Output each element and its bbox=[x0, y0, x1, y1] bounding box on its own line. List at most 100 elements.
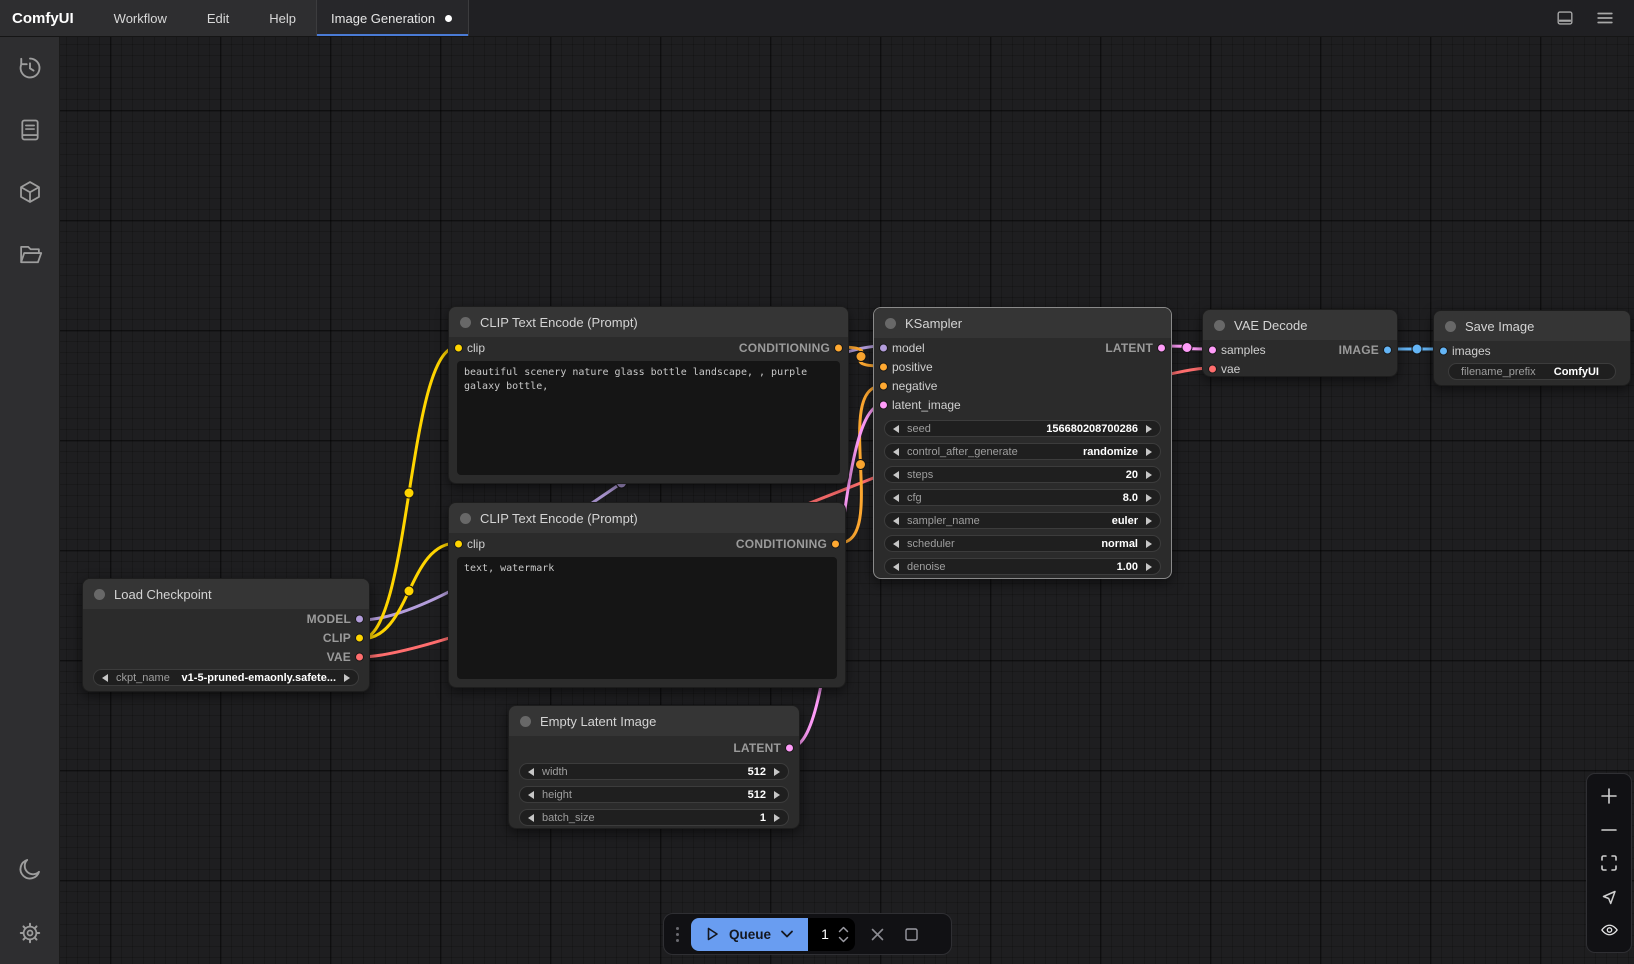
increment-arrow-icon[interactable] bbox=[774, 814, 780, 822]
port-clip-input[interactable] bbox=[454, 540, 463, 549]
link-midpoint-dot-clip-to-negative[interactable] bbox=[404, 586, 414, 596]
queue-button[interactable]: Queue bbox=[691, 918, 808, 951]
sidebar-item-history[interactable] bbox=[17, 55, 43, 81]
node-empty-latent-image[interactable]: Empty Latent Image LATENT width 512 heig… bbox=[508, 705, 800, 829]
fit-view-button[interactable] bbox=[1597, 851, 1621, 875]
filename-prefix-widget[interactable]: filename_prefix ComfyUI bbox=[1448, 363, 1616, 380]
increment-arrow-icon[interactable] bbox=[1146, 540, 1152, 548]
node-header[interactable]: CLIP Text Encode (Prompt) bbox=[449, 307, 848, 337]
port-positive-input[interactable] bbox=[879, 362, 888, 371]
node-header[interactable]: CLIP Text Encode (Prompt) bbox=[449, 503, 845, 533]
node-graph-canvas[interactable]: Load Checkpoint MODEL CLIP VAE ckpt_name… bbox=[0, 0, 1634, 964]
node-header[interactable]: VAE Decode bbox=[1203, 310, 1397, 340]
control-after-generate-widget[interactable]: control_after_generate randomize bbox=[884, 443, 1161, 460]
port-samples-input[interactable] bbox=[1208, 345, 1217, 354]
link-midpoint-dot-conditioning-positive[interactable] bbox=[856, 352, 866, 362]
sidebar-item-workflows[interactable] bbox=[17, 241, 43, 267]
menu-edit[interactable]: Edit bbox=[187, 0, 249, 36]
port-image-output[interactable] bbox=[1383, 345, 1392, 354]
collapse-dot-icon[interactable] bbox=[1214, 320, 1225, 331]
negative-prompt-textarea[interactable]: text, watermark bbox=[457, 557, 837, 679]
batch-count-input[interactable]: 1 bbox=[818, 926, 832, 942]
node-vae-decode[interactable]: VAE Decode samples IMAGE vae bbox=[1202, 309, 1398, 377]
ckpt-name-combo[interactable]: ckpt_name v1-5-pruned-emaonly.safete... bbox=[93, 669, 359, 686]
increment-arrow-icon[interactable] bbox=[344, 674, 350, 682]
node-clip-text-encode-positive[interactable]: CLIP Text Encode (Prompt) clip CONDITION… bbox=[448, 306, 849, 484]
increment-arrow-icon[interactable] bbox=[774, 768, 780, 776]
collapse-dot-icon[interactable] bbox=[885, 318, 896, 329]
select-mode-button[interactable] bbox=[1597, 885, 1621, 909]
collapse-dot-icon[interactable] bbox=[94, 589, 105, 600]
decrement-arrow-icon[interactable] bbox=[102, 674, 108, 682]
port-negative-input[interactable] bbox=[879, 381, 888, 390]
decrement-arrow-icon[interactable] bbox=[528, 814, 534, 822]
menu-workflow[interactable]: Workflow bbox=[94, 0, 187, 36]
increment-arrow-icon[interactable] bbox=[774, 791, 780, 799]
port-conditioning-output[interactable] bbox=[834, 344, 843, 353]
decrement-arrow-icon[interactable] bbox=[893, 563, 899, 571]
sampler-name-widget[interactable]: sampler_name euler bbox=[884, 512, 1161, 529]
port-latent-output[interactable] bbox=[785, 744, 794, 753]
link-midpoint-dot-clip-to-positive[interactable] bbox=[404, 488, 414, 498]
zoom-in-button[interactable] bbox=[1597, 784, 1621, 808]
drag-handle-icon[interactable] bbox=[674, 927, 681, 942]
node-ksampler[interactable]: KSampler model LATENT positive negative … bbox=[873, 307, 1172, 579]
theme-toggle-button[interactable] bbox=[17, 856, 43, 882]
node-clip-text-encode-negative[interactable]: CLIP Text Encode (Prompt) clip CONDITION… bbox=[448, 502, 846, 688]
batch-size-widget[interactable]: batch_size 1 bbox=[519, 809, 789, 826]
main-menu-button[interactable] bbox=[1592, 5, 1618, 31]
decrement-arrow-icon[interactable] bbox=[893, 540, 899, 548]
node-header[interactable]: KSampler bbox=[874, 308, 1171, 338]
tab-image-generation[interactable]: Image Generation bbox=[317, 0, 469, 36]
width-widget[interactable]: width 512 bbox=[519, 763, 789, 780]
toggle-bottom-panel-button[interactable] bbox=[1552, 5, 1578, 31]
port-latent-image-input[interactable] bbox=[879, 400, 888, 409]
collapse-dot-icon[interactable] bbox=[460, 317, 471, 328]
node-header[interactable]: Save Image bbox=[1434, 311, 1630, 341]
clear-queue-button[interactable] bbox=[865, 922, 889, 946]
port-vae-output[interactable] bbox=[355, 652, 364, 661]
port-conditioning-output[interactable] bbox=[831, 540, 840, 549]
scheduler-widget[interactable]: scheduler normal bbox=[884, 535, 1161, 552]
increment-arrow-icon[interactable] bbox=[1146, 563, 1152, 571]
positive-prompt-textarea[interactable]: beautiful scenery nature glass bottle la… bbox=[457, 361, 840, 475]
settings-button[interactable] bbox=[17, 920, 43, 946]
decrement-arrow-icon[interactable] bbox=[893, 517, 899, 525]
height-widget[interactable]: height 512 bbox=[519, 786, 789, 803]
denoise-widget[interactable]: denoise 1.00 bbox=[884, 558, 1161, 575]
toggle-link-visibility-button[interactable] bbox=[1597, 918, 1621, 942]
port-images-input[interactable] bbox=[1439, 346, 1448, 355]
decrement-arrow-icon[interactable] bbox=[893, 425, 899, 433]
link-midpoint-dot-conditioning-negative[interactable] bbox=[856, 460, 866, 470]
port-latent-output[interactable] bbox=[1157, 343, 1166, 352]
link-midpoint-dot-samples[interactable] bbox=[1182, 343, 1192, 353]
decrement-arrow-icon[interactable] bbox=[893, 448, 899, 456]
increment-arrow-icon[interactable] bbox=[1146, 425, 1152, 433]
port-model-output[interactable] bbox=[355, 614, 364, 623]
steps-widget[interactable]: steps 20 bbox=[884, 466, 1161, 483]
collapse-dot-icon[interactable] bbox=[460, 513, 471, 524]
spinner-up-icon[interactable] bbox=[838, 926, 849, 933]
increment-arrow-icon[interactable] bbox=[1146, 517, 1152, 525]
port-clip-input[interactable] bbox=[454, 344, 463, 353]
port-clip-output[interactable] bbox=[355, 633, 364, 642]
port-model-input[interactable] bbox=[879, 343, 888, 352]
increment-arrow-icon[interactable] bbox=[1146, 494, 1152, 502]
stop-button[interactable] bbox=[899, 922, 923, 946]
sidebar-item-model-library[interactable] bbox=[17, 179, 43, 205]
sidebar-item-node-library[interactable] bbox=[17, 117, 43, 143]
zoom-out-button[interactable] bbox=[1597, 818, 1621, 842]
cfg-widget[interactable]: cfg 8.0 bbox=[884, 489, 1161, 506]
increment-arrow-icon[interactable] bbox=[1146, 471, 1152, 479]
decrement-arrow-icon[interactable] bbox=[528, 768, 534, 776]
node-header[interactable]: Load Checkpoint bbox=[83, 579, 369, 609]
collapse-dot-icon[interactable] bbox=[520, 716, 531, 727]
increment-arrow-icon[interactable] bbox=[1146, 448, 1152, 456]
node-header[interactable]: Empty Latent Image bbox=[509, 706, 799, 736]
decrement-arrow-icon[interactable] bbox=[893, 494, 899, 502]
decrement-arrow-icon[interactable] bbox=[893, 471, 899, 479]
node-load-checkpoint[interactable]: Load Checkpoint MODEL CLIP VAE ckpt_name… bbox=[82, 578, 370, 692]
port-vae-input[interactable] bbox=[1208, 364, 1217, 373]
decrement-arrow-icon[interactable] bbox=[528, 791, 534, 799]
collapse-dot-icon[interactable] bbox=[1445, 321, 1456, 332]
